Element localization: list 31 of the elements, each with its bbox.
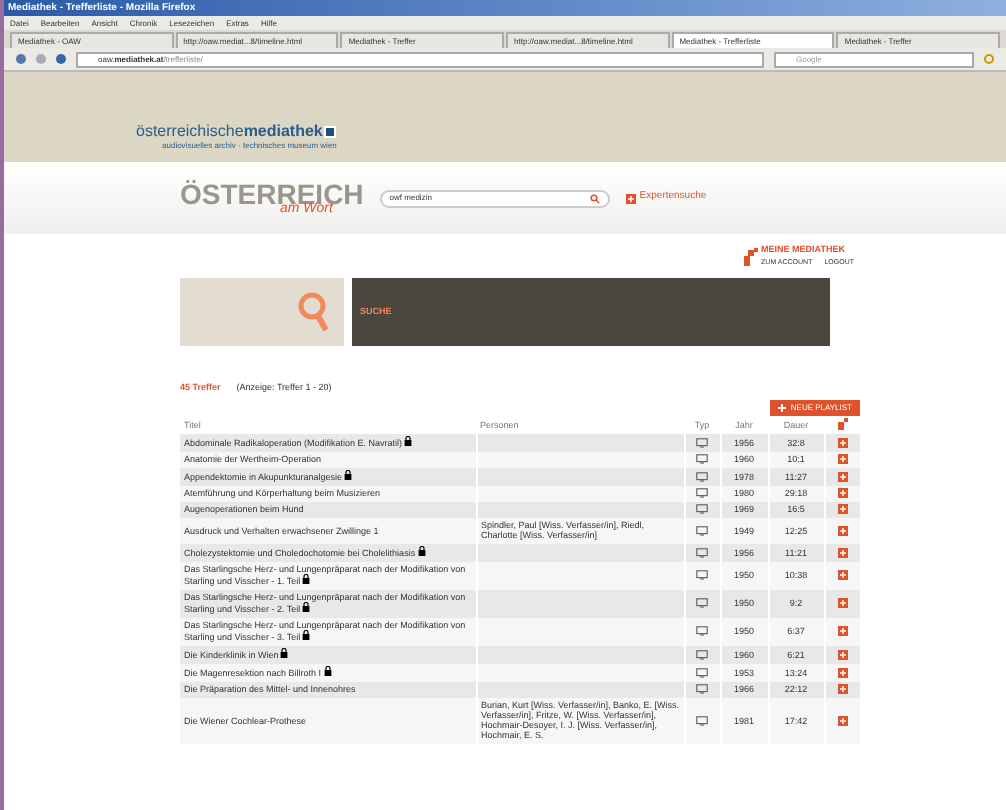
monitor-icon [696, 437, 708, 448]
monitor-icon [696, 504, 708, 515]
monitor-icon [696, 649, 708, 660]
add-icon[interactable] [837, 525, 848, 536]
add-icon[interactable] [837, 649, 848, 660]
add-icon[interactable] [837, 504, 848, 515]
add-icon[interactable] [837, 570, 848, 581]
monitor-icon [696, 570, 708, 581]
add-icon[interactable] [837, 684, 848, 695]
monitor-icon [696, 471, 708, 482]
add-icon[interactable] [837, 715, 848, 726]
add-icon[interactable] [837, 488, 848, 499]
add-icon[interactable] [837, 454, 848, 465]
playlist-icon [837, 418, 847, 431]
add-icon[interactable] [837, 598, 848, 609]
monitor-icon [696, 454, 708, 465]
add-icon[interactable] [837, 667, 848, 678]
monitor-icon [696, 667, 708, 678]
add-icon[interactable] [837, 471, 848, 482]
add-icon[interactable] [837, 437, 848, 448]
monitor-icon [696, 684, 708, 695]
plus-icon[interactable] [625, 193, 636, 203]
monitor-icon [696, 598, 708, 609]
monitor-icon [696, 547, 708, 558]
monitor-icon [696, 525, 708, 536]
plus-icon [778, 403, 787, 412]
monitor-icon [696, 626, 708, 637]
monitor-icon [696, 715, 708, 726]
add-icon[interactable] [837, 547, 848, 558]
add-icon[interactable] [837, 626, 848, 637]
monitor-icon [696, 488, 708, 499]
